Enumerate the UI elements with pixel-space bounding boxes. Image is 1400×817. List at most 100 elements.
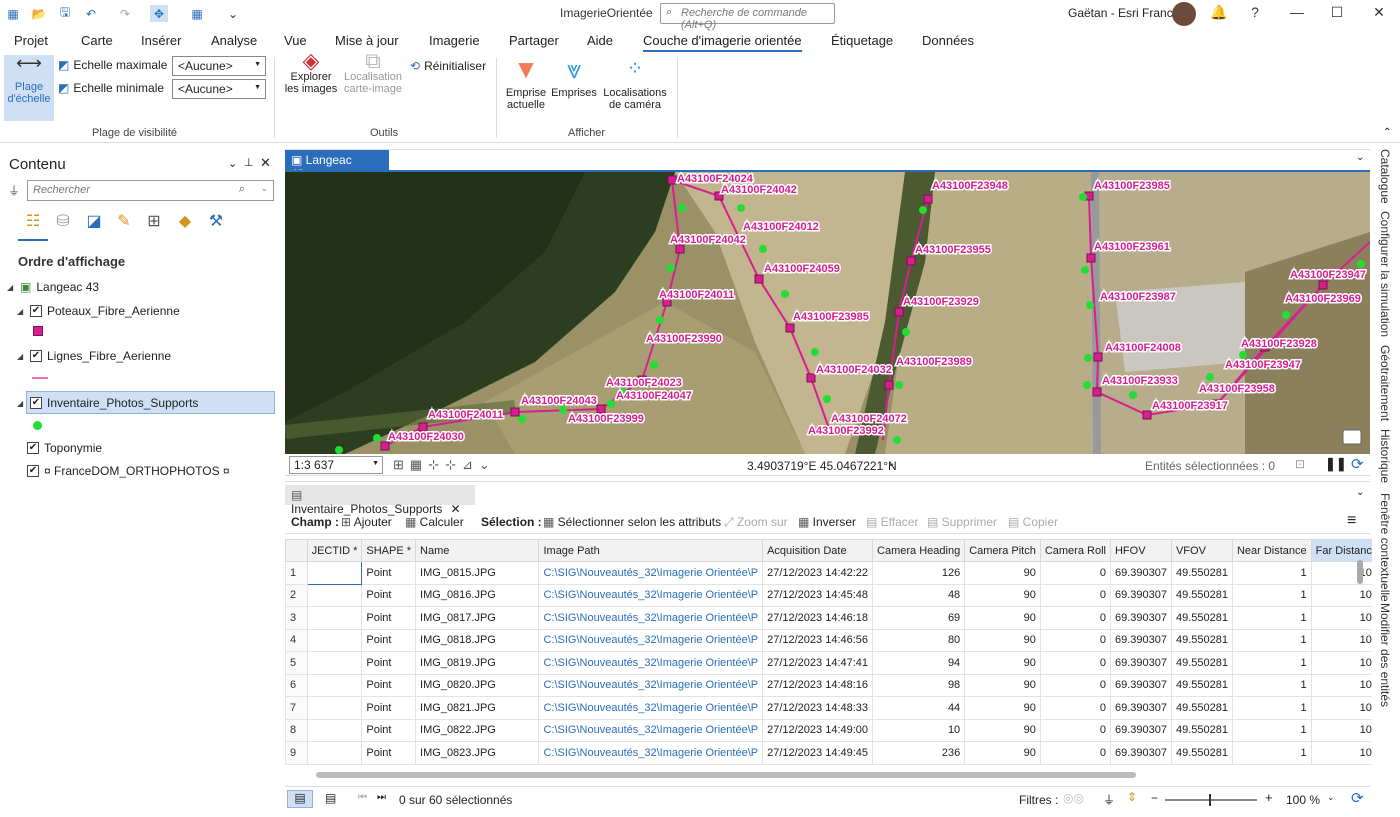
- side-tab-catalog[interactable]: Catalogue: [1378, 149, 1392, 204]
- filter-selection-icon[interactable]: ⏚: [1103, 791, 1115, 808]
- show-selected-records-icon[interactable]: ▤: [325, 791, 336, 805]
- filter-icon[interactable]: ⏚: [8, 182, 20, 199]
- close-window-button[interactable]: ✕: [1368, 4, 1390, 22]
- table-cell[interactable]: 27/12/2023 14:46:18: [762, 606, 874, 630]
- avatar[interactable]: [1172, 2, 1196, 26]
- table-cell[interactable]: 1: [1231, 741, 1312, 765]
- table-cell[interactable]: 48: [872, 583, 966, 607]
- zoom-to-button[interactable]: ⤢ Zoom sur: [724, 515, 788, 530]
- maximize-button[interactable]: ☐: [1326, 4, 1348, 22]
- row-number[interactable]: 2: [285, 583, 308, 607]
- table-cell[interactable]: [306, 673, 363, 697]
- table-cell[interactable]: C:\SIG\Nouveautés_32\Imagerie Orientée\P: [538, 718, 764, 742]
- layer-visibility-checkbox[interactable]: ✔: [30, 305, 42, 317]
- reset-button[interactable]: ⟲ Réinitialiser: [410, 59, 486, 73]
- table-cell[interactable]: 27/12/2023 14:48:33: [762, 696, 874, 720]
- add-field-button[interactable]: ⊞ Ajouter: [341, 515, 392, 529]
- table-cell[interactable]: Point: [361, 673, 417, 697]
- layer-visibility-checkbox[interactable]: ✔: [27, 442, 39, 454]
- pause-drawing-icon[interactable]: ❚❚: [1325, 456, 1347, 472]
- table-cell[interactable]: IMG_0818.JPG: [415, 628, 540, 652]
- table-cell[interactable]: 69: [872, 606, 966, 630]
- current-footprint-button[interactable]: ▼ Emprise actuelle: [502, 55, 550, 111]
- table-cell[interactable]: 27/12/2023 14:45:48: [762, 583, 874, 607]
- table-cell[interactable]: 90: [964, 718, 1041, 742]
- tab-imagerie[interactable]: Imagerie: [429, 33, 480, 48]
- table-cell[interactable]: 49.550281: [1170, 741, 1233, 765]
- first-record-icon[interactable]: ⏮: [358, 792, 367, 803]
- table-cell[interactable]: [306, 583, 363, 607]
- table-cell[interactable]: C:\SIG\Nouveautés_32\Imagerie Orientée\P: [538, 606, 764, 630]
- table-row[interactable]: 1 Point IMG_0815.JPG C:\SIG\Nouveautés_32\I…: [285, 561, 1400, 585]
- list-by-snapping-icon[interactable]: ⊞: [143, 210, 165, 232]
- table-cell[interactable]: [306, 561, 363, 585]
- tab-projet[interactable]: Projet: [14, 33, 48, 48]
- refresh-inactive-icon[interactable]: ⊡: [1295, 457, 1305, 471]
- table-cell[interactable]: C:\SIG\Nouveautés_32\Imagerie Orientée\P: [538, 696, 764, 720]
- table-cell[interactable]: 1: [1231, 583, 1312, 607]
- table-cell[interactable]: 10: [872, 718, 966, 742]
- tab-analyse[interactable]: Analyse: [211, 33, 257, 48]
- table-cell[interactable]: 49.550281: [1170, 651, 1233, 675]
- table-row[interactable]: 6 Point IMG_0820.JPG C:\SIG\Nouveautés_32\I…: [285, 673, 1400, 697]
- table-cell[interactable]: 69.390307: [1109, 561, 1172, 585]
- table-row[interactable]: 9 Point IMG_0823.JPG C:\SIG\Nouveautés_32\I…: [285, 741, 1400, 765]
- layer-visibility-checkbox[interactable]: ✔: [30, 397, 42, 409]
- calculate-button[interactable]: ▦ Calculer: [405, 515, 464, 529]
- side-tab-popup[interactable]: Fenêtre contextuelle: [1378, 493, 1392, 602]
- table-cell[interactable]: 90: [964, 741, 1041, 765]
- zoom-level[interactable]: 100 %: [1286, 793, 1320, 807]
- table-cell[interactable]: Point: [361, 561, 417, 585]
- table-cell[interactable]: 27/12/2023 14:49:00: [762, 718, 874, 742]
- table-cell[interactable]: IMG_0816.JPG: [415, 583, 540, 607]
- map-view-tab[interactable]: ▣ Langeac 43✕: [285, 150, 389, 181]
- table-cell[interactable]: 49.550281: [1170, 561, 1233, 585]
- table-cell[interactable]: Point: [361, 606, 417, 630]
- column-header[interactable]: Name: [415, 539, 540, 562]
- map-tree-item[interactable]: ◢ ▣ Langeac 43: [7, 280, 99, 294]
- table-cell[interactable]: 80: [872, 628, 966, 652]
- table-cell[interactable]: 49.550281: [1170, 606, 1233, 630]
- close-pane-icon[interactable]: ✕: [260, 155, 271, 171]
- minimize-button[interactable]: —: [1286, 4, 1308, 22]
- side-tab-geoprocessing[interactable]: Géotraitement: [1378, 345, 1392, 421]
- table-cell[interactable]: 27/12/2023 14:47:41: [762, 651, 874, 675]
- table-menu-icon[interactable]: ≡: [1347, 512, 1356, 530]
- layer-item[interactable]: ◢ ✔ Poteaux_Fibre_Aerienne: [17, 304, 180, 318]
- open-project-icon[interactable]: 📂: [30, 5, 48, 22]
- table-cell[interactable]: Point: [361, 583, 417, 607]
- tab-list-icon[interactable]: ⌄: [1356, 487, 1364, 498]
- layer-item[interactable]: ◢ ✔ Inventaire_Photos_Supports: [17, 396, 198, 410]
- table-cell[interactable]: 69.390307: [1109, 606, 1172, 630]
- layer-visibility-checkbox[interactable]: ✔: [27, 465, 39, 477]
- table-cell[interactable]: 69.390307: [1109, 741, 1172, 765]
- table-row[interactable]: 5 Point IMG_0819.JPG C:\SIG\Nouveautés_32\I…: [285, 651, 1400, 675]
- table-cell[interactable]: 236: [872, 741, 966, 765]
- help-icon[interactable]: ?: [1244, 4, 1266, 22]
- table-cell[interactable]: 0: [1039, 673, 1111, 697]
- table-cell[interactable]: IMG_0823.JPG: [415, 741, 540, 765]
- table-cell[interactable]: IMG_0821.JPG: [415, 696, 540, 720]
- redo-icon[interactable]: ↷: [116, 5, 134, 22]
- command-search[interactable]: ⌕ Recherche de commande (Alt+Q): [660, 3, 835, 31]
- tab-carte[interactable]: Carte: [81, 33, 113, 48]
- notification-bell-icon[interactable]: 🔔: [1208, 4, 1230, 22]
- table-cell[interactable]: 44: [872, 696, 966, 720]
- show-all-records-icon[interactable]: ▤: [287, 790, 313, 808]
- zoom-in-icon[interactable]: +: [1265, 790, 1273, 805]
- collapse-ribbon-icon[interactable]: ⌃: [1383, 127, 1391, 138]
- table-cell[interactable]: 1: [1231, 673, 1312, 697]
- side-tab-simulation[interactable]: Configurer la simulation: [1378, 211, 1392, 337]
- table-cell[interactable]: C:\SIG\Nouveautés_32\Imagerie Orientée\P: [538, 583, 764, 607]
- table-cell[interactable]: 0: [1039, 741, 1111, 765]
- side-tab-edit-features[interactable]: Modifier des entités: [1378, 603, 1392, 707]
- save-icon[interactable]: 🖫: [56, 5, 74, 22]
- table-cell[interactable]: 49.550281: [1170, 673, 1233, 697]
- table-cell[interactable]: Point: [361, 628, 417, 652]
- list-by-editing-icon[interactable]: ✎: [113, 210, 135, 232]
- copy-button[interactable]: ▤ Copier: [1008, 515, 1058, 529]
- table-cell[interactable]: 94: [872, 651, 966, 675]
- column-header[interactable]: Image Path: [538, 539, 764, 562]
- table-cell[interactable]: 69.390307: [1109, 696, 1172, 720]
- undo-icon[interactable]: ↶: [82, 5, 100, 22]
